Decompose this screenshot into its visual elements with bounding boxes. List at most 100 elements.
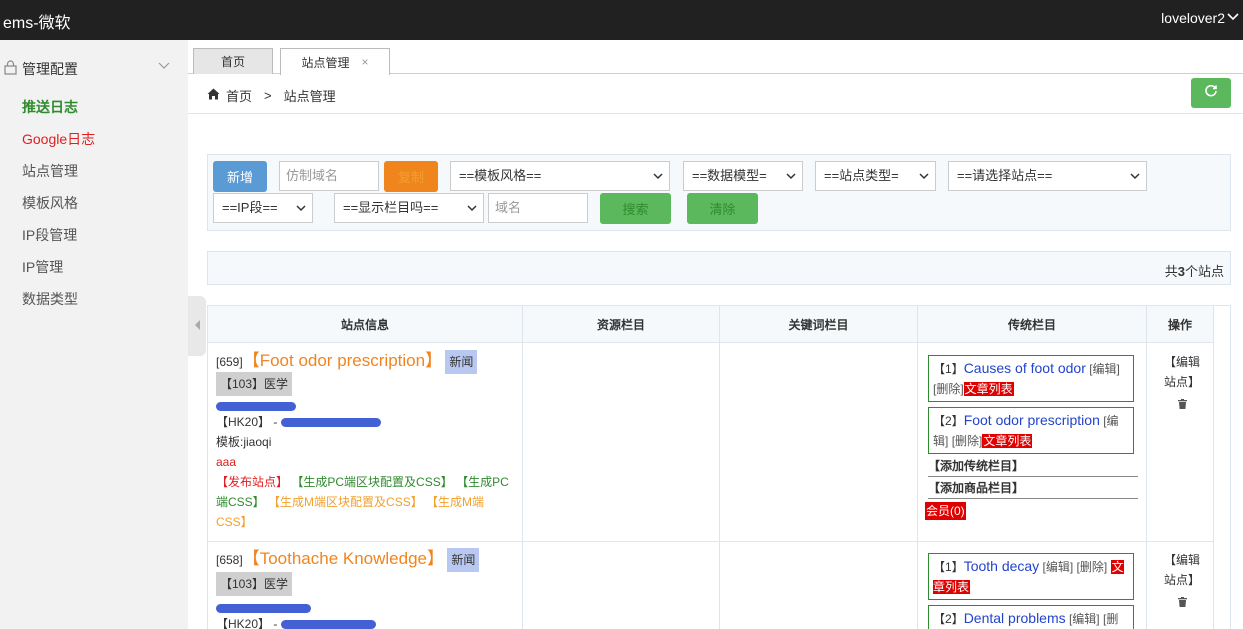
site-id: [659] xyxy=(216,355,243,369)
chevron-down-icon xyxy=(786,162,796,190)
sidebar-section-header[interactable]: 管理配置 xyxy=(0,57,188,79)
select-value: ==模板风格== xyxy=(459,168,542,183)
server-info: 【HK20】 - xyxy=(216,415,281,429)
delete-link[interactable]: [删除] xyxy=(1077,560,1108,574)
refresh-icon xyxy=(1204,84,1218,103)
divider xyxy=(208,541,1213,542)
article-list-link[interactable]: 文章列表 xyxy=(982,434,1033,448)
chevron-down-icon xyxy=(653,162,663,190)
column-header: 关键词栏目 xyxy=(720,306,918,343)
site-count-bar: 共3个站点 xyxy=(207,251,1231,285)
filter-panel: 新增 仿制域名 复制 ==模板风格== ==数据模型= ==站点类型= ==请选… xyxy=(207,154,1231,231)
template-style-select[interactable]: ==模板风格== xyxy=(450,161,670,191)
redacted-ip xyxy=(280,620,376,629)
delete-link[interactable]: [删除] xyxy=(933,382,964,396)
ip-range-select[interactable]: ==IP段== xyxy=(213,193,313,223)
chevron-down-icon xyxy=(1130,162,1140,190)
top-bar: ems-微软 lovelover2 xyxy=(0,0,1243,40)
column-item: 【2】Foot odor prescription [编辑] [删除]文章列表 xyxy=(928,407,1134,454)
show-column-select[interactable]: ==显示栏目吗== xyxy=(334,193,484,223)
chevron-down-icon xyxy=(158,59,170,73)
member-badge[interactable]: 会员(0) xyxy=(925,502,966,520)
data-model-select[interactable]: ==数据模型= xyxy=(683,161,803,191)
site-count: 共3个站点 xyxy=(1164,264,1224,279)
trash-icon[interactable] xyxy=(1177,593,1187,607)
trash-icon[interactable] xyxy=(1177,395,1187,409)
select-value: ==显示栏目吗== xyxy=(343,200,439,215)
column-name[interactable]: Dental problems xyxy=(964,610,1066,626)
table-row: [659]【Foot odor prescription】 新闻 【103】医学… xyxy=(216,350,516,532)
imitate-domain-input[interactable]: 仿制域名 xyxy=(279,161,379,191)
edit-link[interactable]: [编辑] xyxy=(1043,560,1074,574)
site-id: [658] xyxy=(216,553,243,567)
breadcrumb-separator: > xyxy=(264,88,272,103)
divider xyxy=(1213,343,1214,629)
tab-label: 首页 xyxy=(220,55,245,69)
add-button[interactable]: 新增 xyxy=(213,161,267,192)
column-item: 【1】Tooth decay [编辑] [删除] 文章列表 xyxy=(928,553,1134,600)
category-badge: 【103】医学 xyxy=(216,372,293,396)
sidebar-item-data-type[interactable]: 数据类型 xyxy=(22,289,78,309)
operations-cell: 【编辑站点】 xyxy=(1160,352,1204,415)
app-title: ems-微软 xyxy=(3,15,71,32)
column-name[interactable]: Foot odor prescription xyxy=(964,412,1100,428)
domain-input[interactable]: 域名 xyxy=(488,193,588,223)
sidebar-item-site-management[interactable]: 站点管理 xyxy=(22,161,78,181)
sidebar-item-push-log[interactable]: 推送日志 xyxy=(22,97,78,117)
column-index: 【1】 xyxy=(933,362,964,376)
tab-home[interactable]: 首页 xyxy=(193,48,273,74)
edit-site-link[interactable]: 【编辑站点】 xyxy=(1160,352,1204,392)
user-menu[interactable]: lovelover2 xyxy=(1161,10,1239,26)
site-type-select[interactable]: ==站点类型= xyxy=(815,161,936,191)
breadcrumb-current: 站点管理 xyxy=(283,89,336,104)
site-name[interactable]: 【Foot odor prescription】 xyxy=(243,351,442,370)
divider xyxy=(719,343,720,629)
category-badge: 【103】医学 xyxy=(216,572,293,596)
edit-site-link[interactable]: 【编辑站点】 xyxy=(1160,550,1204,590)
column-name[interactable]: Causes of foot odor xyxy=(964,360,1086,376)
site-name[interactable]: 【Toothache Knowledge】 xyxy=(243,549,444,568)
column-name[interactable]: Tooth decay xyxy=(964,558,1040,574)
column-header: 传统栏目 xyxy=(918,306,1147,343)
sidebar-item-template-style[interactable]: 模板风格 xyxy=(22,193,78,213)
delete-link[interactable]: [删除] xyxy=(952,434,983,448)
copy-button[interactable]: 复制 xyxy=(384,161,438,192)
column-index: 【2】 xyxy=(933,612,964,626)
column-header: 站点信息 xyxy=(208,306,523,343)
tab-site-management[interactable]: 站点管理 × xyxy=(280,48,390,75)
column-item: 【2】Dental problems [编辑] [删 xyxy=(928,605,1134,629)
close-icon[interactable]: × xyxy=(362,55,369,69)
category-badge: 新闻 xyxy=(445,350,478,374)
generate-pc-block-link[interactable]: 【生成PC端区块配置及CSS】 xyxy=(291,475,452,489)
edit-link[interactable]: [编辑] xyxy=(1069,612,1100,626)
user-name: lovelover2 xyxy=(1161,10,1225,26)
divider xyxy=(917,343,918,629)
lock-icon xyxy=(4,60,17,75)
generate-m-block-link[interactable]: 【生成M端区块配置及CSS】 xyxy=(268,495,423,509)
sidebar-item-google-log[interactable]: Google日志 xyxy=(22,129,95,149)
breadcrumb-home[interactable]: 首页 xyxy=(226,86,252,105)
article-list-link[interactable]: 文章列表 xyxy=(963,382,1014,396)
search-button[interactable]: 搜索 xyxy=(600,193,671,224)
add-goods-column-link[interactable]: 【添加商品栏目】 xyxy=(928,478,1138,499)
sidebar-item-ip-range[interactable]: IP段管理 xyxy=(22,225,77,245)
select-value: ==IP段== xyxy=(222,200,278,215)
sidebar: 管理配置 推送日志 Google日志 站点管理 模板风格 IP段管理 IP管理 … xyxy=(0,40,188,629)
breadcrumb: 首页 > 站点管理 xyxy=(207,86,336,105)
clear-button[interactable]: 清除 xyxy=(687,193,758,224)
table-row: [658]【Toothache Knowledge】 新闻 【103】医学 【H… xyxy=(216,548,516,629)
column-index: 【2】 xyxy=(933,414,964,428)
tab-label: 站点管理 xyxy=(301,55,350,70)
edit-link[interactable]: [编辑] xyxy=(1089,362,1120,376)
site-select[interactable]: ==请选择站点== xyxy=(948,161,1147,191)
sidebar-item-ip-management[interactable]: IP管理 xyxy=(22,257,63,277)
sidebar-collapse-handle[interactable] xyxy=(188,296,206,356)
select-value: ==数据模型= xyxy=(692,168,767,183)
redacted-domain xyxy=(216,604,311,614)
add-traditional-column-link[interactable]: 【添加传统栏目】 xyxy=(928,456,1138,477)
site-table: 站点信息 资源栏目 关键词栏目 传统栏目 操作 [659]【Foot odor … xyxy=(207,305,1231,629)
publish-site-link[interactable]: 【发布站点】 xyxy=(216,475,288,489)
refresh-button[interactable] xyxy=(1191,78,1231,108)
select-value: ==请选择站点== xyxy=(957,168,1053,183)
delete-link[interactable]: [删 xyxy=(1103,612,1118,626)
